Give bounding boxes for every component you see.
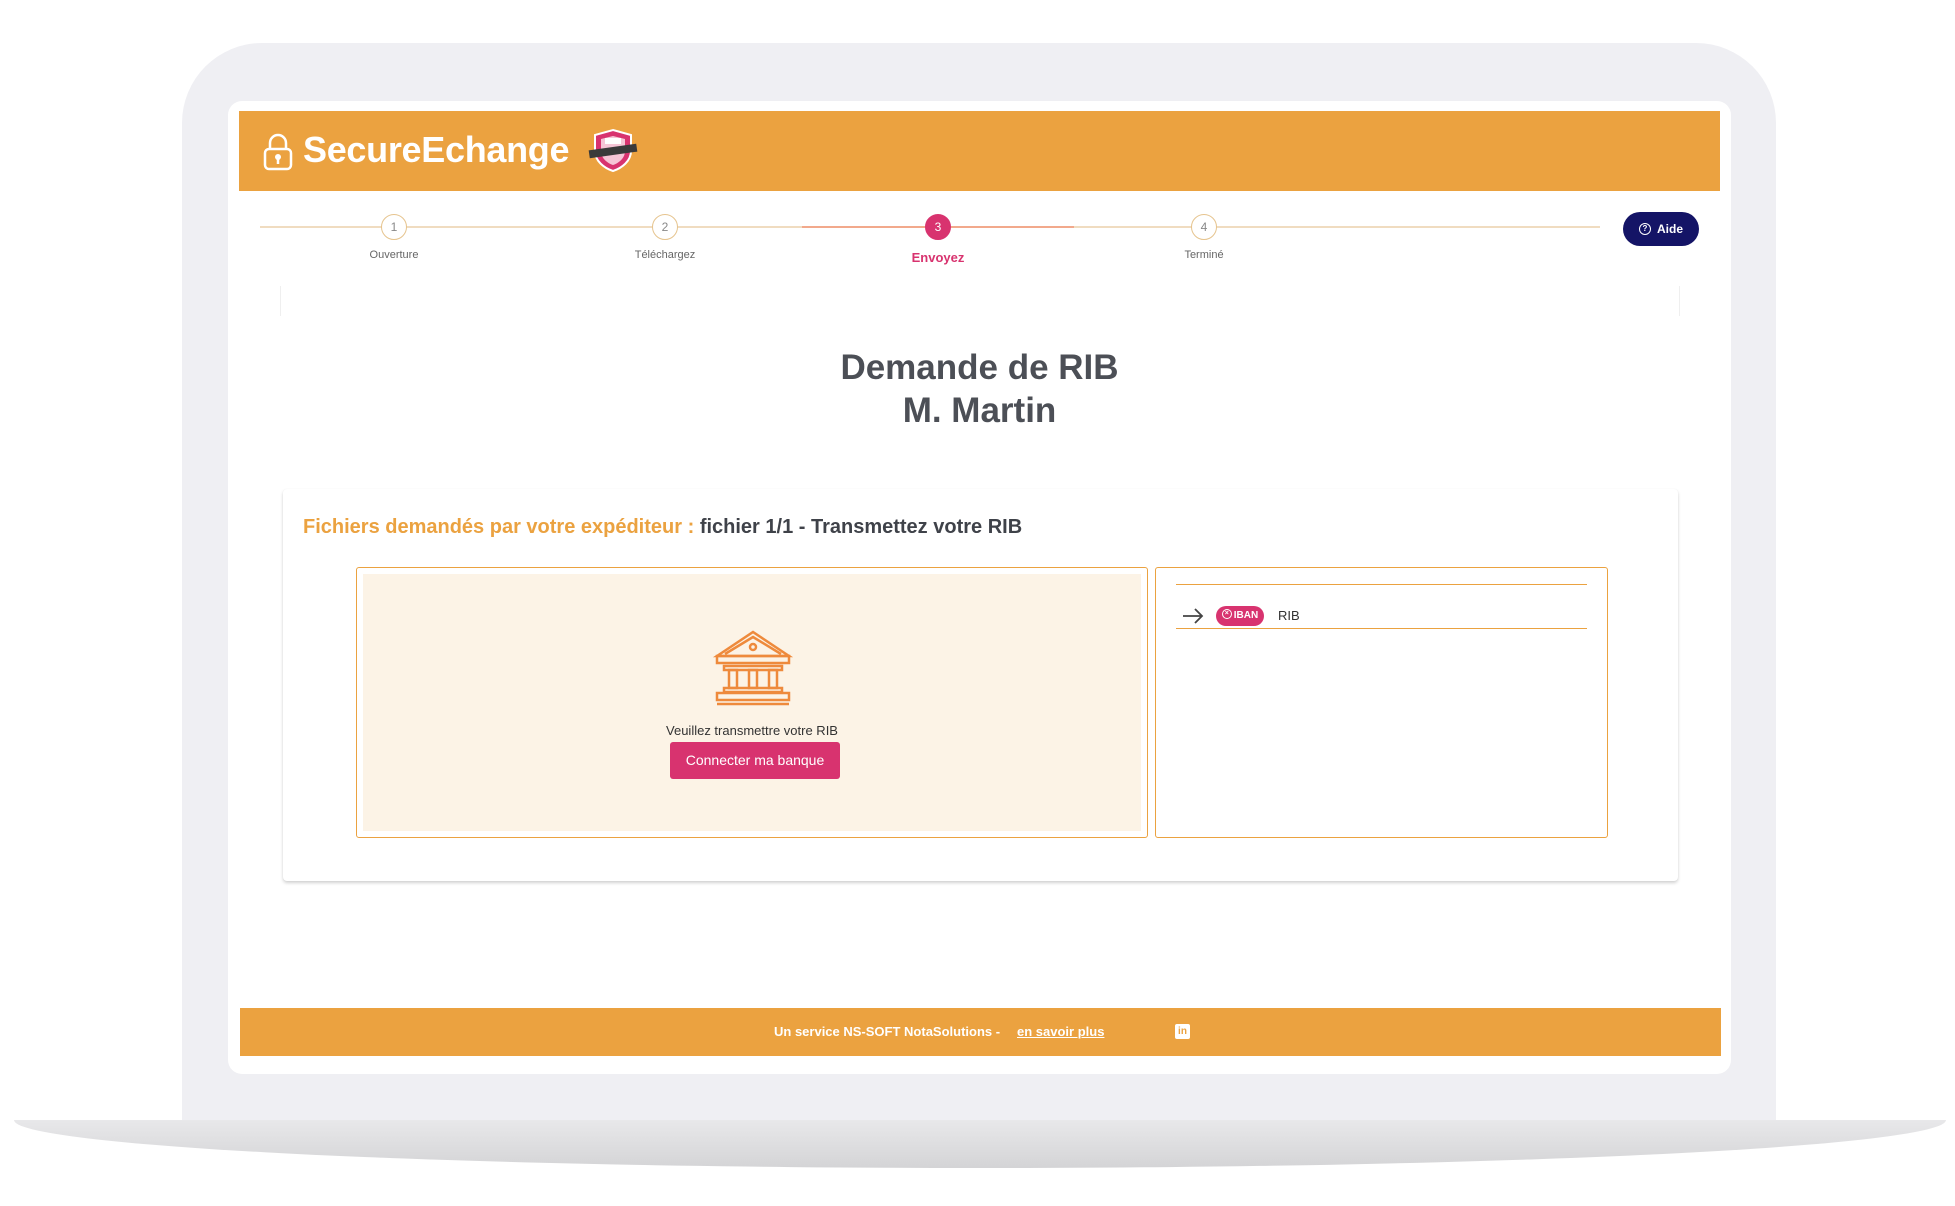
files-heading: Fichiers demandés par votre expéditeur :…	[303, 516, 1022, 539]
step-3-label: Envoyez	[911, 250, 965, 265]
stepper: 1 Ouverture 2 Téléchargez 3 Envoyez 4 Te…	[260, 207, 1600, 267]
files-heading-file: fichier 1/1 - Transmettez votre RIB	[699, 516, 1023, 538]
list-divider	[1176, 628, 1587, 629]
page-title: Demande de RIB M. Martin	[228, 346, 1731, 432]
footer-link[interactable]: en savoir plus	[1017, 1024, 1104, 1039]
step-4-number: 4	[1191, 214, 1217, 240]
files-heading-prefix: Fichiers demandés par votre expéditeur :	[303, 516, 695, 538]
page-title-line1: Demande de RIB	[840, 348, 1119, 387]
footer-text: Un service NS-SOFT NotaSolutions -	[774, 1024, 1001, 1039]
top-card-edge	[280, 286, 1680, 316]
requested-files-panel: × IBAN RIB	[1155, 567, 1608, 838]
step-connector	[260, 226, 394, 228]
app-footer: Un service NS-SOFT NotaSolutions - en sa…	[240, 1008, 1721, 1056]
step-3-number: 3	[925, 214, 951, 240]
step-4-label: Terminé	[1184, 249, 1224, 261]
upload-panel: Veuillez transmettre votre RIB Connecter…	[356, 567, 1148, 838]
upload-instruction: Veuillez transmettre votre RIB	[666, 723, 838, 738]
badge-logo-icon	[588, 128, 638, 173]
help-icon: ?	[1638, 222, 1651, 235]
upload-dropzone[interactable]: Veuillez transmettre votre RIB Connecter…	[363, 574, 1141, 831]
step-connector	[665, 226, 802, 228]
files-card: Fichiers demandés par votre expéditeur :…	[283, 489, 1678, 881]
step-2-label: Téléchargez	[634, 249, 696, 261]
arrow-right-icon	[1183, 608, 1204, 624]
help-button[interactable]: ? Aide	[1623, 212, 1699, 246]
page-title-line2: M. Martin	[902, 391, 1057, 430]
laptop-base	[14, 1120, 1946, 1168]
step-2-number: 2	[652, 214, 678, 240]
file-item-label: RIB	[1278, 608, 1300, 623]
step-1-label: Ouverture	[369, 249, 419, 261]
linkedin-icon[interactable]: in	[1175, 1024, 1190, 1039]
connect-bank-button[interactable]: Connecter ma banque	[670, 742, 840, 779]
iban-close-icon: ×	[1221, 609, 1232, 620]
step-connector	[1074, 226, 1600, 228]
iban-badge-label: IBAN	[1233, 610, 1259, 621]
brand-name[interactable]: SecureEchange	[303, 129, 570, 171]
step-connector	[394, 226, 665, 228]
lock-icon	[263, 133, 293, 171]
bank-icon	[712, 630, 794, 706]
step-1-number: 1	[381, 214, 407, 240]
app-screen: SecureEchange 1 Ouverture 2 Téléchargez …	[228, 101, 1731, 1074]
app-header: SecureEchange	[239, 111, 1720, 191]
help-label: Aide	[1656, 222, 1683, 236]
list-divider	[1176, 584, 1587, 585]
iban-badge: × IBAN	[1216, 606, 1264, 626]
